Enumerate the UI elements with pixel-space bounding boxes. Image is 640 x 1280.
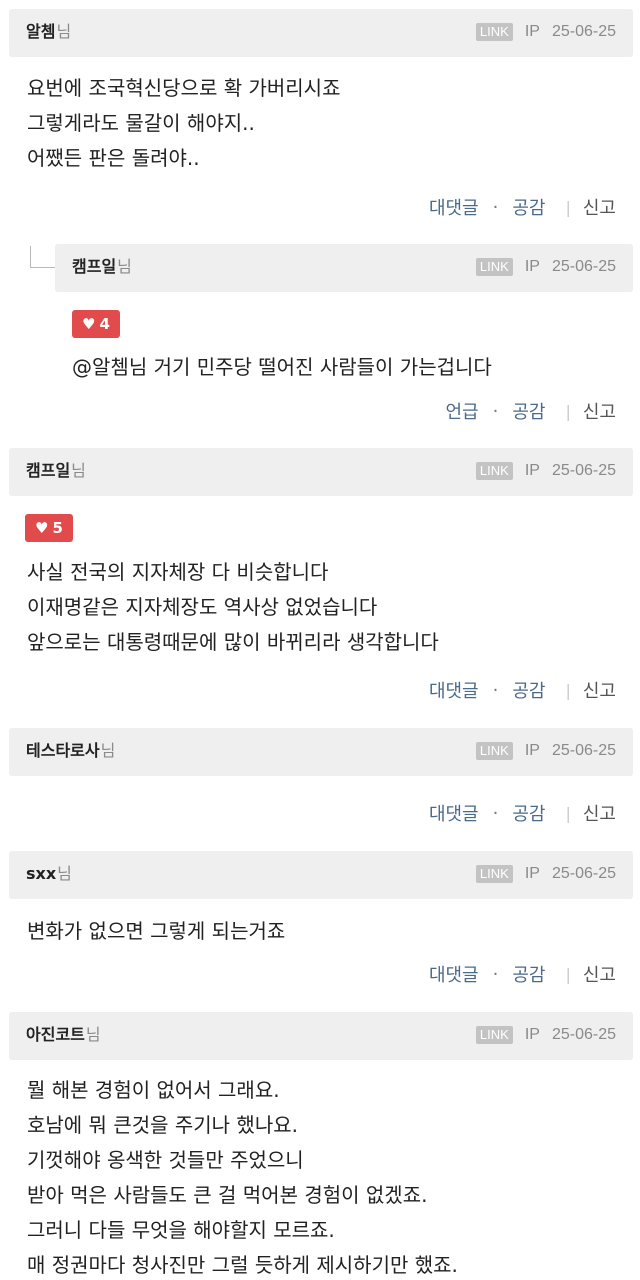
separator: | [565,680,571,700]
ip-label: IP [524,258,540,275]
report-button[interactable]: 신고 [583,800,616,826]
ip-label: IP [524,742,540,759]
reply-header: 캠프일님 LINK IP 25-06-25 [55,244,633,292]
mention-button[interactable]: 언급 [446,398,479,424]
comment-header: 아진코트님 LINK IP 25-06-25 [9,1012,633,1060]
comment-body: 변화가 없으면 그렇게 되는거죠 [27,919,286,943]
comment-header: 알쳄님 LINK IP 25-06-25 [9,9,633,57]
comment-actions: 언급 · 공감 | 신고 [446,398,617,424]
reply-button[interactable]: 대댓글 [429,677,479,703]
comment-author[interactable]: 캠프일님 [72,256,132,278]
comment-actions: 대댓글 · 공감 | 신고 [429,800,616,826]
like-count: 4 [99,315,110,333]
reply-button[interactable]: 대댓글 [429,961,479,987]
mention-link[interactable]: @알쳄 [72,355,129,379]
reply-button[interactable]: 대댓글 [429,194,479,220]
heart-icon: ♥ [35,518,49,537]
report-button[interactable]: 신고 [583,961,616,987]
reply-indicator [30,246,56,268]
ip-label: IP [524,23,540,40]
comment-body: 요번에 조국혁신당으로 확 가버리시죠 그렇게라도 물갈이 해야지.. 어쨌든 … [27,76,341,170]
comment-author[interactable]: 캠프일님 [26,460,86,482]
separator-dot: · [492,802,499,824]
link-badge[interactable]: LINK [475,865,513,883]
ip-label: IP [524,1026,540,1043]
comment-actions: 대댓글 · 공감 | 신고 [429,677,616,703]
like-count: 5 [52,519,63,537]
comment-author[interactable]: 아진코트님 [26,1024,101,1046]
comment-header: sxx님 LINK IP 25-06-25 [9,851,633,899]
ip-label: IP [524,462,540,479]
comment-body: 뭘 해본 경험이 없어서 그래요. 호남에 뭐 큰것을 주기나 했나요. 기껏해… [27,1078,458,1277]
link-badge[interactable]: LINK [475,462,513,480]
separator-dot: · [492,400,499,422]
comment-body: 사실 전국의 지자체장 다 비슷합니다 이재명같은 지자체장도 역사상 없었습니… [27,560,439,654]
separator: | [565,197,571,217]
comment-author[interactable]: sxx님 [26,863,72,885]
like-badge[interactable]: ♥ 4 [72,310,120,338]
sympathy-button[interactable]: 공감 [512,677,545,703]
report-button[interactable]: 신고 [583,398,616,424]
link-badge[interactable]: LINK [475,742,513,760]
comment-header: 캠프일님 LINK IP 25-06-25 [9,448,633,496]
comment-list: 알쳄님 LINK IP 25-06-25 요번에 조국혁신당으로 확 가버리시죠… [0,0,640,1280]
comment-actions: 대댓글 · 공감 | 신고 [429,194,616,220]
comment-date: 25-06-25 [551,258,616,275]
separator: | [565,401,571,421]
comment-date: 25-06-25 [551,462,616,479]
heart-icon: ♥ [82,314,96,333]
separator: | [565,964,571,984]
separator-dot: · [492,679,499,701]
sympathy-button[interactable]: 공감 [512,961,545,987]
reply-button[interactable]: 대댓글 [429,800,479,826]
link-badge[interactable]: LINK [475,1026,513,1044]
sympathy-button[interactable]: 공감 [512,800,545,826]
separator-dot: · [492,196,499,218]
like-badge[interactable]: ♥ 5 [25,514,73,542]
link-badge[interactable]: LINK [475,258,513,276]
comment-actions: 대댓글 · 공감 | 신고 [429,961,616,987]
comment-date: 25-06-25 [551,1026,616,1043]
sympathy-button[interactable]: 공감 [512,194,545,220]
comment-date: 25-06-25 [551,23,616,40]
comment-date: 25-06-25 [551,742,616,759]
report-button[interactable]: 신고 [583,677,616,703]
separator-dot: · [492,963,499,985]
sympathy-button[interactable]: 공감 [512,398,545,424]
ip-label: IP [524,865,540,882]
separator: | [565,803,571,823]
report-button[interactable]: 신고 [583,194,616,220]
comment-author[interactable]: 테스타로사님 [26,740,115,762]
comment-header: 테스타로사님 LINK IP 25-06-25 [9,728,633,776]
comment-date: 25-06-25 [551,865,616,882]
comment-body: @알쳄님 거기 민주당 떨어진 사람들이 가는겁니다 [72,355,492,379]
comment-author[interactable]: 알쳄님 [26,21,71,43]
link-badge[interactable]: LINK [475,23,513,41]
